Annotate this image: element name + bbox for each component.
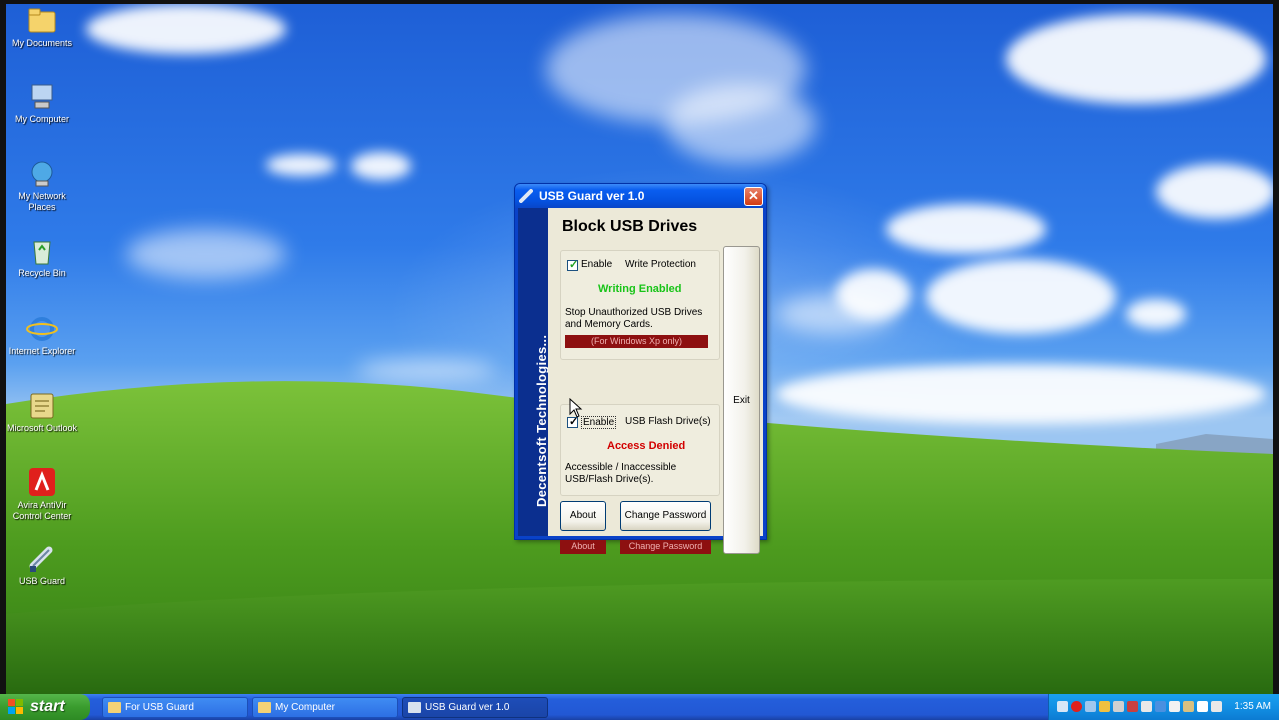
desktop-icon-my-network-places[interactable]: My Network Places <box>6 159 78 213</box>
cloud <box>86 4 286 54</box>
avira-tray-icon[interactable] <box>1071 701 1082 712</box>
tray-icon[interactable] <box>1127 701 1138 712</box>
taskbar-item-my-computer[interactable]: My Computer <box>252 697 398 718</box>
close-button[interactable]: ✕ <box>744 187 763 206</box>
taskbar: start For USB Guard My Computer USB Guar… <box>0 694 1279 720</box>
tray-icon[interactable] <box>1141 701 1152 712</box>
folder-icon <box>108 702 121 713</box>
desktop-icon-internet-explorer[interactable]: Internet Explorer <box>6 314 78 357</box>
flash-drive-option: USB Flash Drive(s) <box>625 416 711 427</box>
desktop-icon-recycle-bin[interactable]: Recycle Bin <box>6 236 78 279</box>
desktop-icon-label: USB Guard <box>18 576 66 586</box>
internet-explorer-icon <box>26 317 58 341</box>
window-titlebar[interactable]: USB Guard ver 1.0 ✕ <box>515 184 766 208</box>
write-protection-option: Write Protection <box>625 259 696 270</box>
window-client: Decentsoft Technologies... Block USB Dri… <box>518 208 763 554</box>
avira-icon <box>29 468 55 496</box>
tray-icon[interactable] <box>1183 701 1194 712</box>
about-button[interactable]: About <box>560 501 606 531</box>
flash-drive-group: ✓ Enable USB Flash Drive(s) Access Denie… <box>560 404 720 496</box>
exit-button[interactable]: Exit <box>723 246 760 554</box>
windows-flag-icon <box>8 699 23 714</box>
desktop-icon-avira[interactable]: Avira AntiVir Control Center <box>6 468 78 522</box>
cloud <box>666 84 816 164</box>
desktop-icon-label: Avira AntiVir Control Center <box>12 500 72 521</box>
network-icon <box>31 161 53 187</box>
tray-icon[interactable] <box>1099 701 1110 712</box>
desktop-icon-my-computer[interactable]: My Computer <box>6 82 78 125</box>
desktop-icon-label: Microsoft Outlook <box>6 423 78 433</box>
about-bar: About <box>560 540 606 554</box>
mouse-cursor-icon <box>569 398 583 418</box>
cloud <box>776 294 896 334</box>
usb-guard-icon <box>408 702 421 713</box>
vendor-band: Decentsoft Technologies... <box>518 208 548 536</box>
flash-drive-checkbox-label: Enable <box>581 416 617 429</box>
cloud <box>886 204 1046 254</box>
windows-xp-note: (For Windows Xp only) <box>565 335 708 348</box>
tray-icon[interactable] <box>1113 701 1124 712</box>
tray-icon[interactable] <box>1155 701 1166 712</box>
flash-drive-description: Accessible / Inaccessible USB/Flash Driv… <box>565 462 677 485</box>
page-title: Block USB Drives <box>562 218 698 235</box>
change-password-bar: Change Password <box>620 540 711 554</box>
vendor-name: Decentsoft Technologies... <box>534 334 548 507</box>
tray-icon[interactable] <box>1197 701 1208 712</box>
cloud <box>1156 164 1273 219</box>
desktop-icon-label: My Documents <box>11 38 73 48</box>
window-title: USB Guard ver 1.0 <box>539 189 645 203</box>
flash-drive-status: Access Denied <box>607 440 686 452</box>
network-tray-icon[interactable] <box>1057 701 1068 712</box>
tray-icon[interactable] <box>1211 701 1222 712</box>
folder-icon <box>258 702 271 713</box>
desktop-icon-microsoft-outlook[interactable]: Microsoft Outlook <box>6 391 78 434</box>
flash-drive-checkbox[interactable]: ✓ <box>567 416 578 428</box>
main-panel: Block USB Drives ✓ Enable Write Protecti… <box>551 208 721 554</box>
computer-icon <box>31 84 53 109</box>
taskbar-item-for-usb-guard[interactable]: For USB Guard <box>102 697 248 718</box>
taskbar-item-usb-guard[interactable]: USB Guard ver 1.0 <box>402 697 548 718</box>
desktop-icon-label: My Network Places <box>18 191 66 212</box>
write-protection-checkbox[interactable]: ✓ <box>567 259 579 271</box>
outlook-icon <box>30 393 54 419</box>
write-protection-status: Writing Enabled <box>598 283 682 295</box>
start-label: start <box>30 698 65 715</box>
write-protection-description: Stop Unauthorized USB Drives and Memory … <box>565 307 703 330</box>
taskbar-item-label: USB Guard ver 1.0 <box>425 702 510 713</box>
desktop-icon-usb-guard[interactable]: USB Guard <box>6 544 78 587</box>
tray-icon[interactable] <box>1169 701 1180 712</box>
usb-guard-icon <box>29 546 53 572</box>
write-protection-group: ✓ Enable Write Protection Writing Enable… <box>560 250 720 360</box>
start-button[interactable]: start <box>0 694 90 720</box>
system-tray: 1:35 AM <box>1048 694 1279 720</box>
write-protection-checkbox-label: Enable <box>581 259 613 270</box>
usb-guard-window: USB Guard ver 1.0 ✕ Decentsoft Technolog… <box>514 183 767 554</box>
change-password-button[interactable]: Change Password <box>620 501 711 531</box>
desktop-icon-my-documents[interactable]: My Documents <box>6 6 78 49</box>
check-icon: ✓ <box>569 259 579 271</box>
cloud <box>126 229 286 279</box>
cloud <box>1126 299 1186 329</box>
exit-button-label: Exit <box>733 395 750 406</box>
taskbar-item-label: For USB Guard <box>125 702 194 713</box>
cloud <box>351 152 411 180</box>
tray-icon[interactable] <box>1085 701 1096 712</box>
desktop-icon-label: Recycle Bin <box>18 268 66 278</box>
recycle-bin-icon <box>33 241 51 265</box>
cloud <box>926 259 1116 334</box>
taskbar-item-label: My Computer <box>275 702 336 713</box>
desktop-icon-label: My Computer <box>14 114 69 124</box>
usb-guard-icon <box>519 189 533 203</box>
cloud <box>1006 14 1266 104</box>
desktop-icon-label: Internet Explorer <box>8 346 76 356</box>
taskbar-clock[interactable]: 1:35 AM <box>1234 694 1271 720</box>
cloud <box>266 154 336 176</box>
folder-icon <box>28 8 56 33</box>
